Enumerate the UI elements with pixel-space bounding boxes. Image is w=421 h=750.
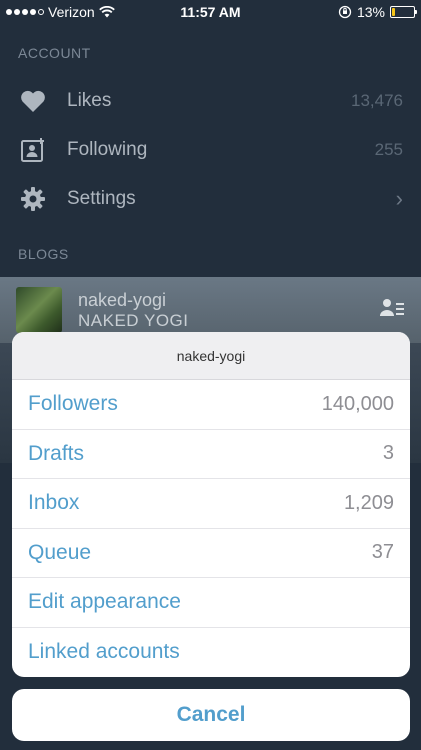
blog-members-icon[interactable] (379, 297, 405, 324)
heart-icon (18, 86, 48, 116)
blog-name: naked-yogi (78, 289, 167, 310)
blog-avatar (16, 287, 62, 333)
sheet-item-queue[interactable]: Queue 37 (12, 529, 410, 578)
following-count: 255 (374, 139, 403, 159)
account-section-label: ACCOUNT (18, 45, 91, 61)
sheet-item-linked-accounts[interactable]: Linked accounts (12, 628, 410, 678)
sheet-item-drafts[interactable]: Drafts 3 (12, 430, 410, 479)
drafts-count: 3 (382, 442, 394, 465)
sheet-item-label: Linked accounts (28, 640, 180, 664)
sheet-title: naked-yogi (12, 332, 410, 380)
sheet-item-label: Followers (28, 392, 118, 416)
menu-item-following[interactable]: Following 255 (0, 125, 421, 174)
sheet-item-label: Queue (28, 540, 92, 564)
status-left: Verizon (6, 4, 338, 20)
carrier-name: Verizon (48, 4, 95, 20)
cancel-button[interactable]: Cancel (12, 689, 410, 741)
sheet-item-label: Inbox (28, 491, 80, 515)
menu-item-label: Settings (67, 187, 136, 209)
orientation-lock-icon (338, 5, 352, 19)
inbox-count: 1,209 (343, 491, 394, 514)
menu-item-label: Likes (67, 89, 112, 111)
sheet-item-edit-appearance[interactable]: Edit appearance (12, 578, 410, 628)
blogs-section-label: BLOGS (18, 246, 69, 262)
blog-title: NAKED YOGI (78, 310, 189, 330)
blog-text: naked-yogi NAKED YOGI (78, 290, 379, 331)
sheet-item-label: Edit appearance (28, 590, 181, 614)
sheet-item-label: Drafts (28, 441, 85, 465)
battery-icon (390, 6, 417, 18)
menu-item-likes[interactable]: Likes 13,476 (0, 76, 421, 125)
menu-item-settings[interactable]: Settings › (0, 174, 421, 223)
blog-action-sheet: naked-yogi Followers 140,000 Drafts 3 In… (12, 332, 410, 677)
following-icon (18, 135, 48, 165)
sheet-item-inbox[interactable]: Inbox 1,209 (12, 479, 410, 529)
battery-percent: 13% (356, 4, 385, 20)
signal-strength-icon (6, 9, 44, 15)
menu-item-label: Following (67, 138, 148, 160)
likes-count: 13,476 (351, 90, 403, 110)
gear-icon (18, 184, 48, 214)
sheet-item-followers[interactable]: Followers 140,000 (12, 380, 410, 430)
followers-count: 140,000 (321, 392, 394, 415)
status-bar: Verizon 11:57 AM 13% (0, 0, 421, 24)
queue-count: 37 (371, 541, 394, 564)
wifi-icon (98, 6, 115, 18)
status-right: 13% (338, 4, 417, 20)
chevron-right-icon: › (395, 185, 403, 211)
